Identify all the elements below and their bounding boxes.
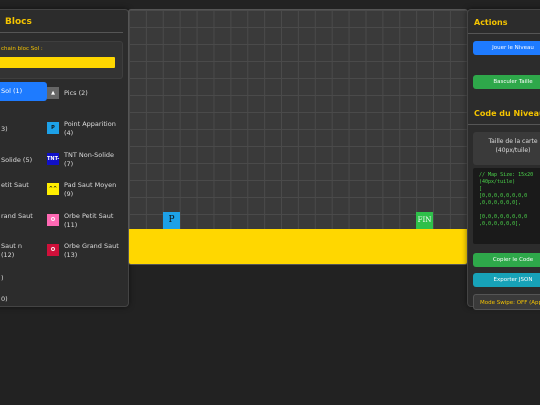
jump-pad-icon: ^^: [47, 183, 59, 195]
export-json-button[interactable]: Exporter JSON: [473, 273, 540, 287]
block-option-3[interactable]: 3): [1, 125, 41, 134]
blocks-title: Blocs: [5, 17, 32, 27]
swipe-mode-toggle[interactable]: Mode Swipe: OFF (Appuyer): [473, 294, 540, 310]
tile-size-label: (40px/tuile): [495, 147, 531, 154]
divider: [468, 124, 540, 125]
block-option-15[interactable]: 0): [1, 295, 31, 304]
next-block-preview: [0, 57, 115, 68]
spike-icon: ▲: [47, 87, 59, 99]
map-size-box: Taille de la carte (40px/tuile): [473, 132, 540, 165]
copy-code-button[interactable]: Copier le Code: [473, 253, 540, 267]
finish-marker[interactable]: FIN: [416, 212, 433, 229]
blocks-panel: Blocs chain bloc Sol : Sol (1) 3) Solide…: [0, 9, 129, 307]
block-option-grand-saut[interactable]: rand Saut: [1, 212, 45, 221]
ground-row[interactable]: [129, 229, 467, 264]
toggle-size-button[interactable]: Basculer Taille: [473, 75, 540, 89]
block-option-solide[interactable]: Solide (5): [1, 156, 45, 165]
actions-panel: Actions Jouer le Niveau Basculer Taille …: [467, 9, 540, 310]
code-title: Code du Niveau: [474, 109, 540, 118]
block-option-orbe-petit[interactable]: O Orbe Petit Saut (11): [47, 212, 122, 232]
map-size-label: Taille de la carte: [488, 138, 538, 145]
small-orb-icon: O: [47, 214, 59, 226]
block-option-sol[interactable]: Sol (1): [0, 82, 47, 101]
level-canvas[interactable]: P FIN: [128, 9, 468, 265]
spawn-marker[interactable]: P: [163, 212, 180, 229]
level-code-output[interactable]: // Map Size: 15x20 (40px/tuile) [ [0,0,0…: [473, 168, 540, 244]
play-level-button[interactable]: Jouer le Niveau: [473, 41, 540, 55]
block-option-tnt[interactable]: TNT- TNT Non-Solide (7): [47, 151, 122, 171]
tnt-icon: TNT-: [47, 153, 59, 165]
spawn-point-icon: P: [47, 122, 59, 134]
block-option-orbe-grand[interactable]: O Orbe Grand Saut (13): [47, 242, 122, 262]
block-option-14[interactable]: ): [1, 274, 31, 283]
divider: [468, 33, 540, 34]
actions-title: Actions: [474, 18, 508, 27]
block-option-point-apparition[interactable]: P Point Apparition (4): [47, 120, 122, 140]
divider: [0, 32, 123, 33]
block-option-saut-12[interactable]: Saut n (12): [1, 242, 35, 260]
big-orb-icon: O: [47, 244, 59, 256]
next-block-label: chain bloc Sol :: [1, 46, 43, 52]
block-option-petit-saut[interactable]: etit Saut: [1, 181, 45, 190]
block-option-pad-saut-moyen[interactable]: ^^ Pad Saut Moyen (9): [47, 181, 122, 201]
